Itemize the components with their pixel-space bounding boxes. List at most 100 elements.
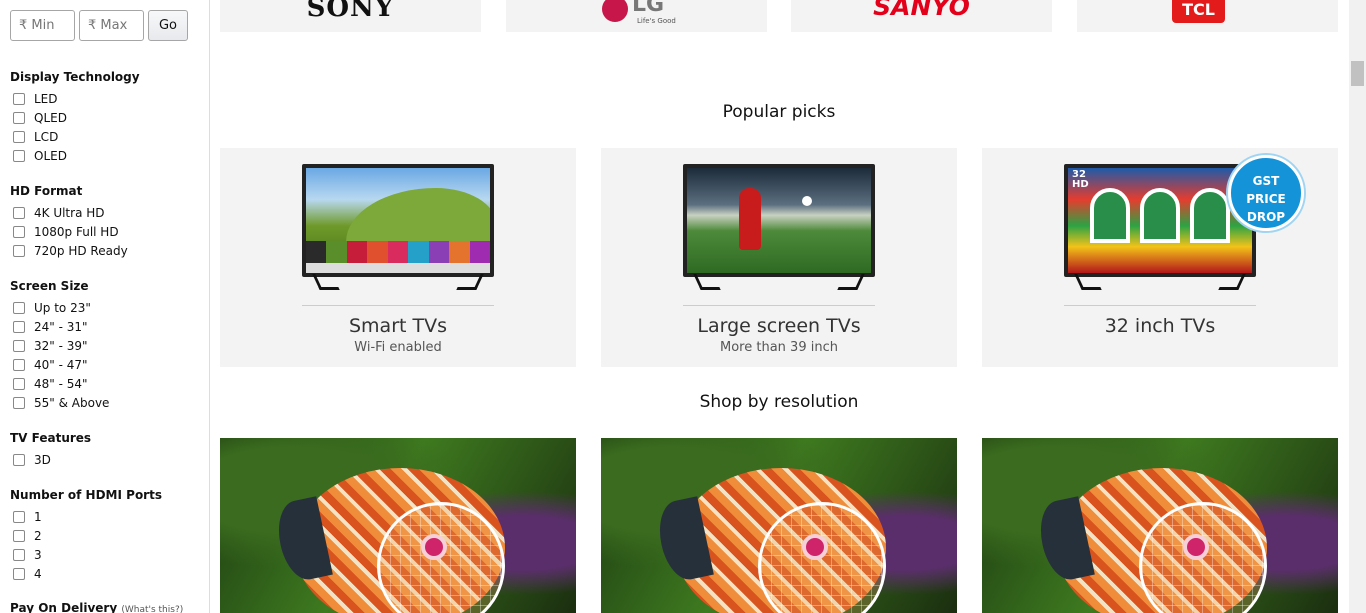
- checkbox[interactable]: [13, 510, 25, 523]
- checkbox[interactable]: [13, 244, 25, 257]
- option-label: 1080p Full HD: [34, 224, 119, 239]
- filter-title: Number of HDMI Ports: [10, 488, 162, 502]
- 32-inch-tvs-card[interactable]: 32 HD GST PRICE DROP 32 inch TVs: [982, 148, 1338, 367]
- filter-option-size[interactable]: 24" - 31": [10, 317, 109, 336]
- filter-title: Display Technology: [10, 70, 140, 84]
- filter-title: Screen Size: [10, 279, 89, 293]
- max-price-input[interactable]: ₹ Max: [79, 10, 144, 41]
- large-screen-tvs-card[interactable]: Large screen TVs More than 39 inch: [601, 148, 957, 367]
- filter-title: Pay On Delivery: [10, 601, 118, 613]
- checkbox[interactable]: [13, 377, 25, 390]
- checkbox[interactable]: [13, 358, 25, 371]
- checkbox[interactable]: [13, 529, 25, 542]
- filter-option-720p[interactable]: 720p HD Ready: [10, 241, 128, 260]
- brand-tile-sony[interactable]: SONY: [220, 0, 481, 32]
- fish-eye: [802, 534, 828, 560]
- option-label: QLED: [34, 110, 67, 125]
- brand-tile-lg[interactable]: LG Life's Good: [506, 0, 767, 32]
- tv-image: [302, 164, 494, 290]
- checkbox[interactable]: [13, 225, 25, 238]
- card-title: Smart TVs: [348, 315, 447, 337]
- display-technology-filter: Display Technology LED QLED LCD OLED: [10, 70, 140, 165]
- tcl-logo: TCL: [1172, 0, 1225, 23]
- option-label: LED: [34, 91, 58, 106]
- option-label: 32" - 39": [34, 338, 88, 353]
- lg-tagline: Life's Good: [637, 17, 676, 25]
- filter-option-4k[interactable]: 4K Ultra HD: [10, 203, 128, 222]
- brand-tile-tcl[interactable]: TCL: [1077, 0, 1338, 32]
- filter-option-hdmi[interactable]: 1: [10, 507, 162, 526]
- checkbox[interactable]: [13, 301, 25, 314]
- checkbox[interactable]: [13, 130, 25, 143]
- option-label: 55" & Above: [34, 395, 110, 410]
- option-label: 48" - 54": [34, 376, 88, 391]
- filter-option-oled[interactable]: OLED: [10, 146, 140, 165]
- filter-option-hdmi[interactable]: 4: [10, 564, 162, 583]
- checkbox[interactable]: [13, 548, 25, 561]
- option-label: 720p HD Ready: [34, 243, 128, 258]
- filter-option-size[interactable]: 48" - 54": [10, 374, 109, 393]
- checkbox[interactable]: [13, 567, 25, 580]
- filter-option-size[interactable]: 55" & Above: [10, 393, 109, 412]
- pay-on-delivery-filter: Pay On Delivery (What's this?): [10, 601, 183, 613]
- option-label: 4K Ultra HD: [34, 205, 105, 220]
- card-title: Large screen TVs: [697, 315, 861, 337]
- popular-picks-heading: Popular picks: [722, 102, 836, 122]
- lg-face-icon: [602, 0, 628, 22]
- min-price-input[interactable]: ₹ Min: [10, 10, 75, 41]
- card-title: 32 inch TVs: [1104, 315, 1216, 337]
- checkbox[interactable]: [13, 92, 25, 105]
- filter-option-hdmi[interactable]: 2: [10, 526, 162, 545]
- brand-tile-sanyo[interactable]: SANYO: [791, 0, 1052, 32]
- shop-by-resolution-heading: Shop by resolution: [699, 392, 859, 412]
- fish-eye: [1183, 534, 1209, 560]
- option-label: LCD: [34, 129, 59, 144]
- screen-size-badge: 32 HD: [1072, 169, 1089, 190]
- checkbox[interactable]: [13, 206, 25, 219]
- page-scrollbar[interactable]: [1349, 0, 1366, 613]
- option-label: 24" - 31": [34, 319, 88, 334]
- filter-option-1080p[interactable]: 1080p Full HD: [10, 222, 128, 241]
- filter-option-hdmi[interactable]: 3: [10, 545, 162, 564]
- resolution-card[interactable]: [220, 438, 576, 613]
- card-subtitle: More than 39 inch: [720, 340, 838, 355]
- price-range-filter: ₹ Min ₹ Max Go: [10, 10, 188, 41]
- checkbox[interactable]: [13, 453, 25, 466]
- option-label: Up to 23": [34, 300, 91, 315]
- option-label: OLED: [34, 148, 67, 163]
- filter-title: TV Features: [10, 431, 92, 445]
- whats-this-link[interactable]: (What's this?): [121, 605, 183, 613]
- smart-tvs-card[interactable]: Smart TVs Wi-Fi enabled: [220, 148, 576, 367]
- filter-sidebar: ₹ Min ₹ Max Go Display Technology LED QL…: [0, 0, 210, 613]
- tv-features-filter: TV Features 3D: [10, 431, 91, 469]
- resolution-card[interactable]: [601, 438, 957, 613]
- tv-image: 32 HD: [1064, 164, 1256, 290]
- filter-option-3d[interactable]: 3D: [10, 450, 91, 469]
- filter-option-size[interactable]: 40" - 47": [10, 355, 109, 374]
- tv-image: [683, 164, 875, 290]
- checkbox[interactable]: [13, 396, 25, 409]
- option-label: 40" - 47": [34, 357, 88, 372]
- filter-option-led[interactable]: LED: [10, 89, 140, 108]
- screen-size-filter: Screen Size Up to 23" 24" - 31" 32" - 39…: [10, 279, 109, 412]
- checkbox[interactable]: [13, 111, 25, 124]
- resolution-card[interactable]: [982, 438, 1338, 613]
- filter-option-size[interactable]: Up to 23": [10, 298, 109, 317]
- filter-option-qled[interactable]: QLED: [10, 108, 140, 127]
- sanyo-logo: SANYO: [873, 0, 970, 21]
- filter-option-size[interactable]: 32" - 39": [10, 336, 109, 355]
- option-label: 2: [34, 528, 42, 543]
- option-label: 1: [34, 509, 42, 524]
- option-label: 3: [34, 547, 42, 562]
- checkbox[interactable]: [13, 339, 25, 352]
- price-go-button[interactable]: Go: [148, 10, 188, 41]
- fish-eye: [421, 534, 447, 560]
- scrollbar-thumb[interactable]: [1351, 61, 1364, 86]
- option-label: 4: [34, 566, 42, 581]
- checkbox[interactable]: [13, 149, 25, 162]
- filter-title: HD Format: [10, 184, 83, 198]
- checkbox[interactable]: [13, 320, 25, 333]
- option-label: 3D: [34, 452, 51, 467]
- filter-option-lcd[interactable]: LCD: [10, 127, 140, 146]
- main-content: SONY LG Life's Good SANYO TCL Popular pi…: [210, 0, 1348, 613]
